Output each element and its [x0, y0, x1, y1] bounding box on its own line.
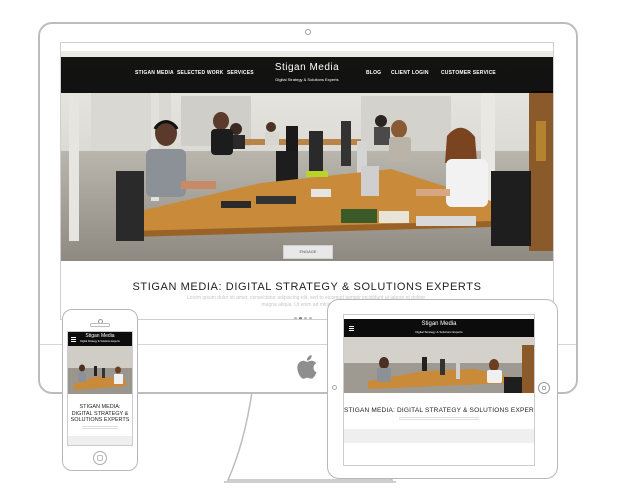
phone-footer-strip [68, 436, 132, 445]
apple-logo-icon [297, 355, 317, 379]
phone-screen: Stigan Media Digital Strategy & Solution… [67, 331, 133, 446]
site-tagline: Digital Strategy & Solutions Experts [275, 77, 339, 82]
tablet-home-button[interactable] [538, 382, 550, 394]
carousel-dot[interactable] [304, 317, 307, 319]
phone-logo[interactable]: Stigan Media [68, 333, 132, 339]
page-headline: STIGAN MEDIA: DIGITAL STRATEGY & SOLUTIO… [132, 281, 482, 293]
tablet-camera [332, 385, 337, 390]
tablet-footer-strip [344, 429, 534, 443]
carousel-dot-active[interactable] [299, 317, 302, 319]
carousel-dots[interactable] [294, 317, 312, 319]
tablet-navbar: Stigan Media Digital Strategy & Solution… [344, 319, 534, 337]
site-navbar: STIGAN MEDIA SELECTED WORK SERVICES BLOG… [61, 57, 553, 93]
tablet-logo[interactable]: Stigan Media [344, 321, 534, 327]
tablet-hero-photo [344, 337, 534, 393]
imac-camera [305, 29, 311, 35]
site-logo[interactable]: Stigan Media [61, 62, 553, 73]
engage-button[interactable]: ENGAGE [283, 245, 333, 259]
tablet-headline: STIGAN MEDIA: DIGITAL STRATEGY & SOLUTIO… [344, 407, 535, 414]
phone-hero-photo [68, 346, 132, 394]
tablet-tagline: Digital Strategy & Solutions Experts [415, 330, 463, 334]
phone-navbar: Stigan Media Digital Strategy & Solution… [68, 332, 132, 346]
phone-tagline: Digital Strategy & Solutions Experts [80, 340, 120, 343]
phone-body-text [82, 426, 118, 427]
phone-home-button[interactable] [93, 451, 107, 465]
tablet-screen: Stigan Media Digital Strategy & Solution… [343, 314, 535, 466]
carousel-dot[interactable] [309, 317, 312, 319]
tablet-body-text [399, 417, 479, 418]
carousel-dot[interactable] [294, 317, 297, 319]
imac-screen: STIGAN MEDIA SELECTED WORK SERVICES BLOG… [60, 42, 554, 320]
phone-speaker [90, 323, 110, 327]
phone-headline: STIGAN MEDIA: DIGITAL STRATEGY & SOLUTIO… [70, 404, 130, 423]
